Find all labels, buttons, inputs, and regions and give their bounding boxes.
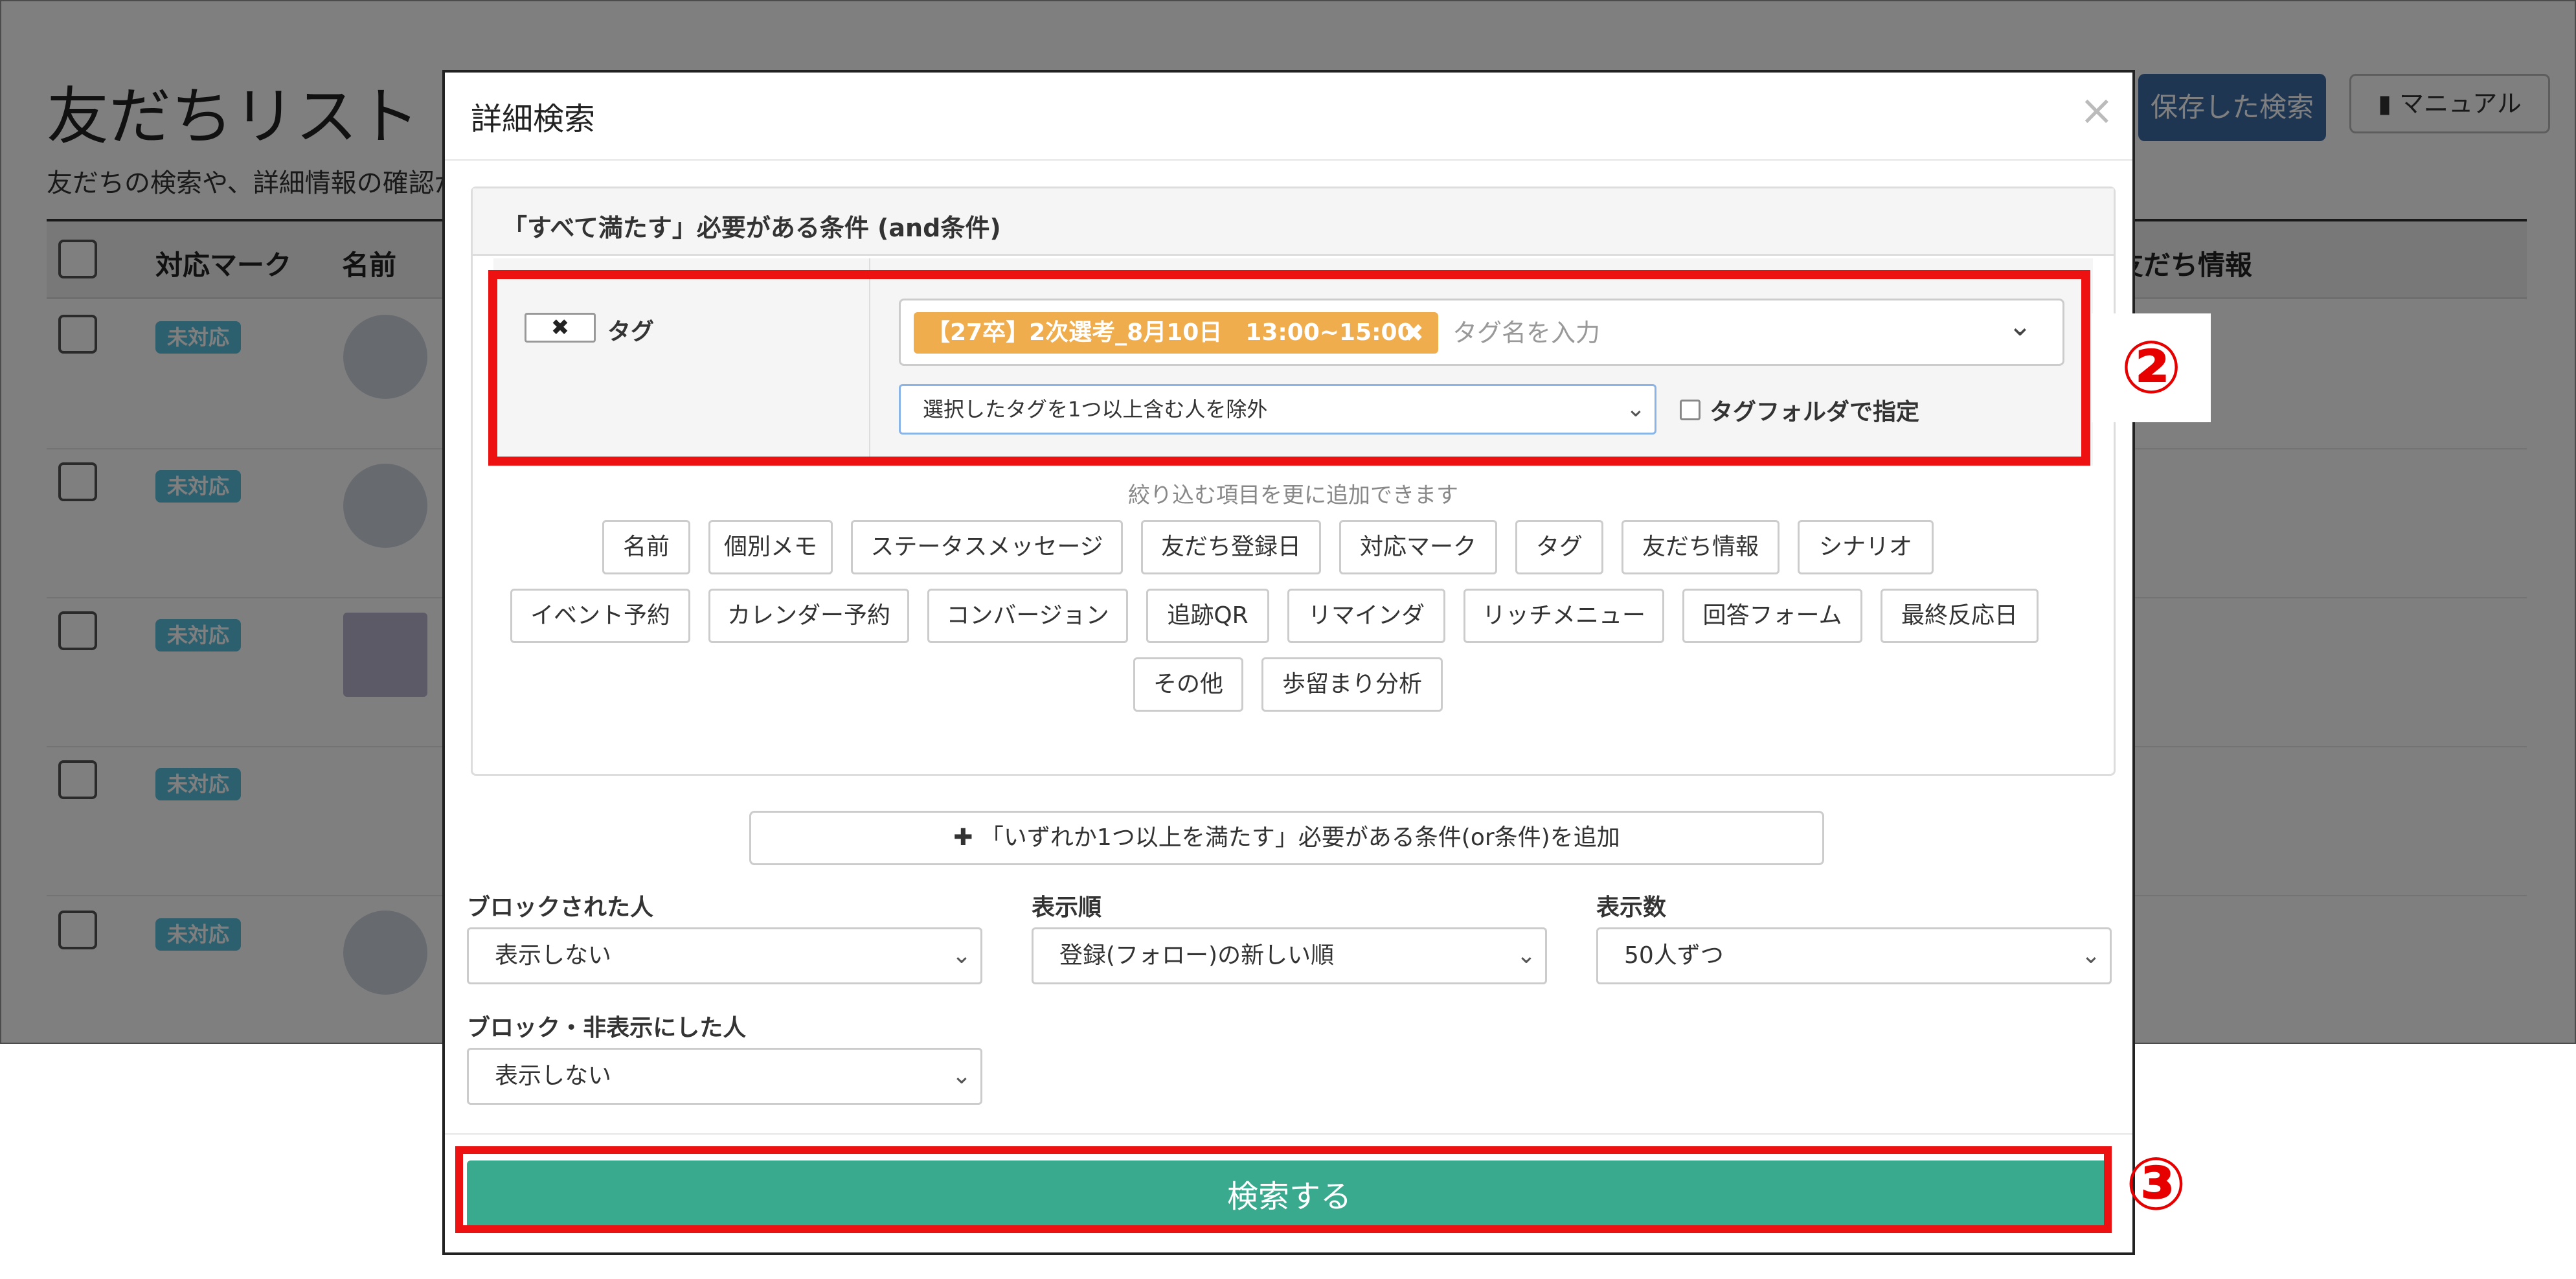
add-field-calendar-booking-button[interactable]: カレンダー予約 xyxy=(708,589,909,643)
modal-footer-divider xyxy=(445,1133,2132,1135)
sort-order-label: 表示順 xyxy=(1032,894,1102,921)
add-field-status-message-button[interactable]: ステータスメッセージ xyxy=(851,520,1123,574)
add-field-friend-info-button[interactable]: 友だち情報 xyxy=(1621,520,1779,574)
add-field-memo-button[interactable]: 個別メモ xyxy=(708,520,833,574)
add-field-mark-button[interactable]: 対応マーク xyxy=(1339,520,1497,574)
add-field-last-reaction-button[interactable]: 最終反応日 xyxy=(1881,589,2039,643)
add-field-scenario-button[interactable]: シナリオ xyxy=(1798,520,1934,574)
chevron-down-icon: ⌄ xyxy=(2081,942,2101,969)
hidden-users-label: ブロック・非表示にした人 xyxy=(467,1015,747,1041)
annotation-number-2: ② xyxy=(2120,326,2182,410)
add-field-tag-button[interactable]: タグ xyxy=(1515,520,1603,574)
and-conditions-label: 「すべて満たす」必要がある条件 (and条件) xyxy=(503,214,1001,242)
modal-title: 詳細検索 xyxy=(471,101,596,137)
add-or-condition-button[interactable]: ✚ 「いずれか1つ以上を満たす」必要がある条件(or条件)を追加 xyxy=(749,811,1824,865)
sort-order-value: 登録(フォロー)の新しい順 xyxy=(1059,942,1335,969)
plus-icon: ✚ xyxy=(953,824,980,851)
and-conditions-header: 「すべて満たす」必要がある条件 (and条件) xyxy=(473,188,2114,256)
close-icon[interactable]: × xyxy=(2079,87,2114,135)
add-field-hint: 絞り込む項目を更に追加できます xyxy=(1128,482,1458,508)
add-field-event-booking-button[interactable]: イベント予約 xyxy=(510,589,690,643)
highlight-box-condition xyxy=(488,270,2090,466)
chevron-down-icon: ⌄ xyxy=(951,1063,971,1089)
chevron-down-icon: ⌄ xyxy=(1516,942,1536,969)
add-field-register-date-button[interactable]: 友だち登録日 xyxy=(1141,520,1321,574)
add-field-other-button[interactable]: その他 xyxy=(1133,657,1243,712)
page-size-value: 50人ずつ xyxy=(1624,942,1724,969)
chevron-down-icon: ⌄ xyxy=(951,942,971,969)
add-field-yield-analysis-button[interactable]: 歩留まり分析 xyxy=(1261,657,1443,712)
annotation-number-3: ③ xyxy=(2125,1142,2187,1227)
add-field-tracking-qr-button[interactable]: 追跡QR xyxy=(1146,589,1269,643)
highlight-box-search xyxy=(455,1146,2112,1233)
hidden-users-select[interactable]: 表示しない ⌄ xyxy=(467,1048,982,1105)
add-field-reminder-button[interactable]: リマインダ xyxy=(1287,589,1445,643)
blocked-users-select[interactable]: 表示しない ⌄ xyxy=(467,927,982,984)
sort-order-select[interactable]: 登録(フォロー)の新しい順 ⌄ xyxy=(1032,927,1547,984)
add-field-answer-form-button[interactable]: 回答フォーム xyxy=(1682,589,1862,643)
blocked-users-label: ブロックされた人 xyxy=(467,894,654,921)
annotation-marker-2: ② xyxy=(2092,313,2211,422)
modal-header-divider xyxy=(445,159,2132,161)
add-field-conversion-button[interactable]: コンバージョン xyxy=(927,589,1128,643)
advanced-search-modal: 詳細検索 × 「すべて満たす」必要がある条件 (and条件) ✖ タグ 【27卒… xyxy=(442,70,2135,1255)
page-size-label: 表示数 xyxy=(1596,894,1667,921)
hidden-users-value: 表示しない xyxy=(495,1063,612,1089)
add-field-name-button[interactable]: 名前 xyxy=(602,520,690,574)
add-or-condition-label: 「いずれか1つ以上を満たす」必要がある条件(or条件)を追加 xyxy=(980,824,1620,851)
blocked-users-value: 表示しない xyxy=(495,942,612,969)
add-field-rich-menu-button[interactable]: リッチメニュー xyxy=(1463,589,1664,643)
page-size-select[interactable]: 50人ずつ ⌄ xyxy=(1596,927,2112,984)
